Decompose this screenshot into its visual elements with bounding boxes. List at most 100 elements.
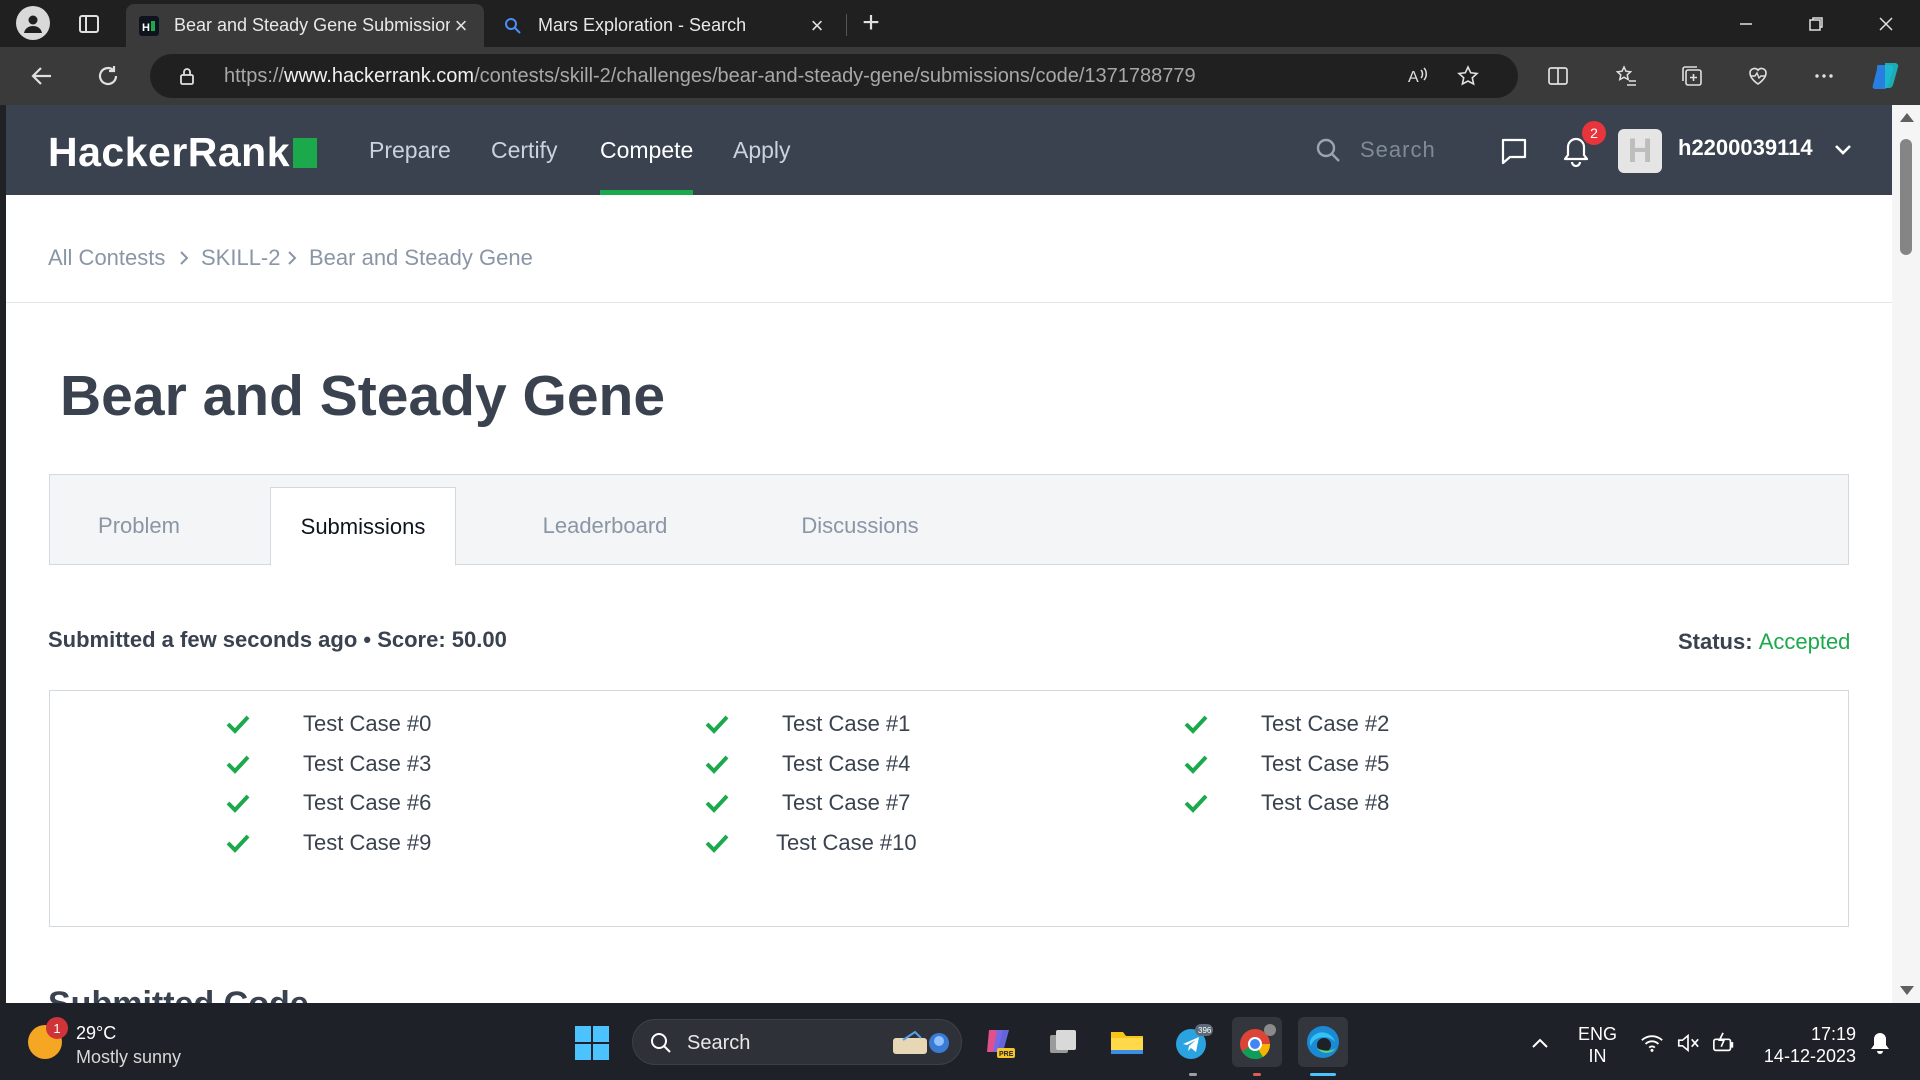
input-language[interactable]: ENG IN [1578,1023,1617,1067]
taskbar-search-label: Search [687,1032,751,1054]
check-icon [705,715,729,734]
browser-profile-button[interactable] [14,6,52,40]
nav-prepare[interactable]: Prepare [369,105,451,195]
messages-button[interactable] [1496,133,1532,169]
scroll-up-icon[interactable] [1900,113,1914,122]
breadcrumb-skill-2[interactable]: SKILL-2 [201,245,281,271]
test-case-item[interactable]: Test Case #1 [782,711,910,737]
test-case-item[interactable]: Test Case #5 [1261,751,1389,777]
taskbar-search[interactable]: Search [632,1019,962,1065]
show-hidden-icons-chevron-up-icon[interactable] [1528,1031,1552,1055]
test-case-item[interactable]: Test Case #6 [303,790,431,816]
logo-square [293,137,318,168]
check-icon [1184,794,1208,813]
nav-apply[interactable]: Apply [733,105,791,195]
scrollbar-thumb[interactable] [1900,139,1912,255]
site-search[interactable]: Search [1314,133,1474,167]
tab-leaderboard[interactable]: Leaderboard [490,487,720,565]
copilot-button[interactable] [1868,58,1904,94]
collections-button[interactable] [1674,58,1710,94]
tab-submissions[interactable]: Submissions [270,487,456,566]
test-case-item[interactable]: Test Case #4 [782,751,910,777]
page-viewport: HackerRank Prepare Certify Compete Apply… [6,105,1892,1003]
url-text: https://www.hackerrank.com/contests/skil… [224,65,1196,88]
tab-actions-button[interactable] [70,8,108,40]
check-icon [226,715,250,734]
restore-icon [1809,16,1823,31]
restore-button[interactable] [1782,0,1850,47]
hackerrank-favicon-icon: H [138,15,160,37]
browser-essentials-button[interactable] [1740,58,1776,94]
chat-bubble-icon [1501,138,1527,165]
test-case-item[interactable]: Test Case #7 [782,790,910,816]
tab-close-icon[interactable]: × [450,13,472,38]
nav-compete[interactable]: Compete [600,105,694,195]
more-options-button[interactable] [1806,58,1842,94]
weather-description[interactable]: Mostly sunny [76,1047,181,1068]
url-path: /contests/skill-2/challenges/bear-and-st… [474,65,1196,87]
tab-title: Mars Exploration - Search [538,15,747,35]
check-icon [226,834,250,853]
browser-tab-hackerrank[interactable]: H Bear and Steady Gene Submission × [126,4,484,47]
windows-logo-icon [575,1026,609,1060]
test-case-item[interactable]: Test Case #0 [303,711,431,737]
chevron-down-icon[interactable] [1832,139,1854,161]
split-screen-icon [1548,67,1568,85]
test-case-item[interactable]: Test Case #8 [1261,790,1389,816]
lock-icon[interactable] [176,65,198,87]
site-header: HackerRank Prepare Certify Compete Apply… [6,105,1892,195]
start-button[interactable] [574,1025,610,1061]
profile-icon [16,6,50,40]
breadcrumb-all-contests[interactable]: All Contests [48,245,165,271]
folder-icon [1111,1032,1143,1054]
status-label: Status: [1678,629,1753,654]
notifications-bell-icon[interactable] [1868,1031,1892,1055]
test-case-item[interactable]: Test Case #9 [303,830,431,856]
taskbar-copilot-app[interactable]: PRE [974,1017,1024,1067]
submission-info: Submitted a few seconds ago • Score: 50.… [48,627,507,652]
tab-problem[interactable]: Problem [50,487,228,565]
wifi-icon[interactable] [1640,1031,1664,1055]
status-badge: Accepted [1758,629,1851,654]
taskbar-telegram-app[interactable]: 396 [1168,1017,1218,1067]
scroll-down-icon[interactable] [1900,986,1914,995]
taskbar-chrome-app[interactable] [1232,1017,1282,1067]
browser-tab-strip: H Bear and Steady Gene Submission × Mars… [0,0,1920,47]
hackerrank-logo[interactable]: HackerRank [48,129,318,176]
tab-close-icon[interactable]: × [806,13,828,38]
breadcrumb-current: Bear and Steady Gene [309,245,533,270]
address-bar[interactable]: https://www.hackerrank.com/contests/skil… [150,54,1518,98]
page-scrollbar[interactable] [1892,105,1920,1003]
tab-discussions[interactable]: Discussions [750,487,970,565]
avatar[interactable]: H [1618,129,1662,173]
close-window-button[interactable] [1852,0,1920,47]
weather-temperature[interactable]: 29°C [76,1023,116,1044]
taskbar-task-view-app[interactable] [1038,1017,1088,1067]
challenge-tabs: Problem Submissions Leaderboard Discussi… [49,474,1849,566]
browser-tab-search[interactable]: Mars Exploration - Search × [490,4,840,47]
nav-certify[interactable]: Certify [491,105,557,195]
taskbar-file-explorer-app[interactable] [1102,1017,1152,1067]
check-icon [226,755,250,774]
back-button[interactable] [22,56,62,96]
reload-button[interactable] [88,56,128,96]
check-icon [705,755,729,774]
system-clock[interactable]: 17:19 14-12-2023 [1760,1023,1856,1067]
edge-icon [1307,1026,1339,1058]
volume-muted-icon[interactable] [1676,1031,1700,1055]
test-case-item[interactable]: Test Case #2 [1261,711,1389,737]
new-tab-button[interactable]: + [852,6,890,40]
battery-charging-icon[interactable] [1712,1031,1736,1055]
chevron-right-icon [176,247,192,269]
favorites-button[interactable] [1608,58,1644,94]
taskbar-edge-app[interactable] [1298,1017,1348,1067]
read-aloud-button[interactable]: A [1404,62,1432,90]
check-icon [1184,715,1208,734]
minimize-button[interactable] [1712,0,1780,47]
chrome-running-indicator [1253,1073,1261,1076]
test-case-item[interactable]: Test Case #10 [776,830,917,856]
split-screen-button[interactable] [1540,58,1576,94]
test-case-item[interactable]: Test Case #3 [303,751,431,777]
username[interactable]: h2200039114 [1678,135,1813,161]
favorite-button[interactable] [1454,62,1482,90]
